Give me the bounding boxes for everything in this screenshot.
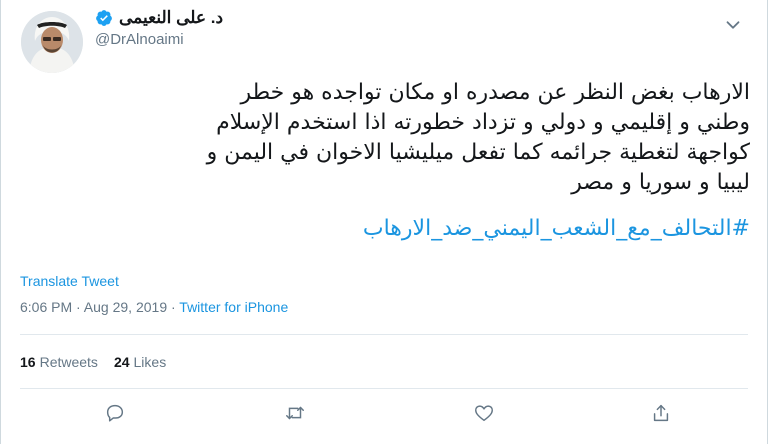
avatar-image [21, 11, 83, 73]
tweet-line: الارهاب بغض النظر عن مصدره او مكان تواجد… [240, 80, 750, 105]
author-name: د. على النعيمى [119, 8, 224, 27]
tweet-text: الارهاب بغض النظر عن مصدره او مكان تواجد… [18, 78, 750, 198]
retweet-icon[interactable] [284, 402, 306, 424]
chevron-down-icon[interactable] [722, 14, 744, 36]
tweet-line: وطني و إقليمي و دولي و تزداد خطورته اذا … [216, 110, 750, 135]
tweet-stats: 16 Retweets 24 Likes [20, 354, 166, 370]
tweet-author[interactable]: د. على النعيمى @DrAlnoaimi [95, 8, 345, 48]
translate-tweet-link[interactable]: Translate Tweet [20, 273, 119, 289]
tweet-source-link[interactable]: Twitter for iPhone [179, 299, 288, 315]
verified-badge-icon [96, 10, 112, 26]
tweet-meta: 6:06 PM · Aug 29, 2019 · Twitter for iPh… [20, 299, 288, 315]
likes-label: Likes [133, 354, 167, 370]
author-handle: @DrAlnoaimi [95, 31, 184, 48]
tweet-actions [0, 398, 768, 428]
reply-icon[interactable] [104, 402, 126, 424]
tweet-line: ليبيا و سوريا و مصر [571, 170, 750, 195]
heart-icon[interactable] [473, 402, 495, 424]
avatar[interactable] [21, 11, 83, 73]
tweet-timestamp[interactable]: 6:06 PM · Aug 29, 2019 · [20, 299, 179, 315]
likes-count: 24 [113, 354, 130, 370]
retweets-label: Retweets [39, 354, 98, 370]
tweet-line: كواجهة لتغطية جرائمه كما تفعل ميليشيا ال… [206, 140, 750, 165]
likes-stat[interactable]: 24 Likes [114, 354, 166, 370]
hashtag-link[interactable]: #التحالف_مع_الشعب_اليمني_ضد_الارهاب [18, 214, 750, 244]
share-icon[interactable] [650, 402, 672, 424]
retweets-count: 16 [20, 354, 36, 370]
divider [20, 334, 748, 335]
divider [20, 388, 748, 389]
retweets-stat[interactable]: 16 Retweets [20, 354, 98, 370]
